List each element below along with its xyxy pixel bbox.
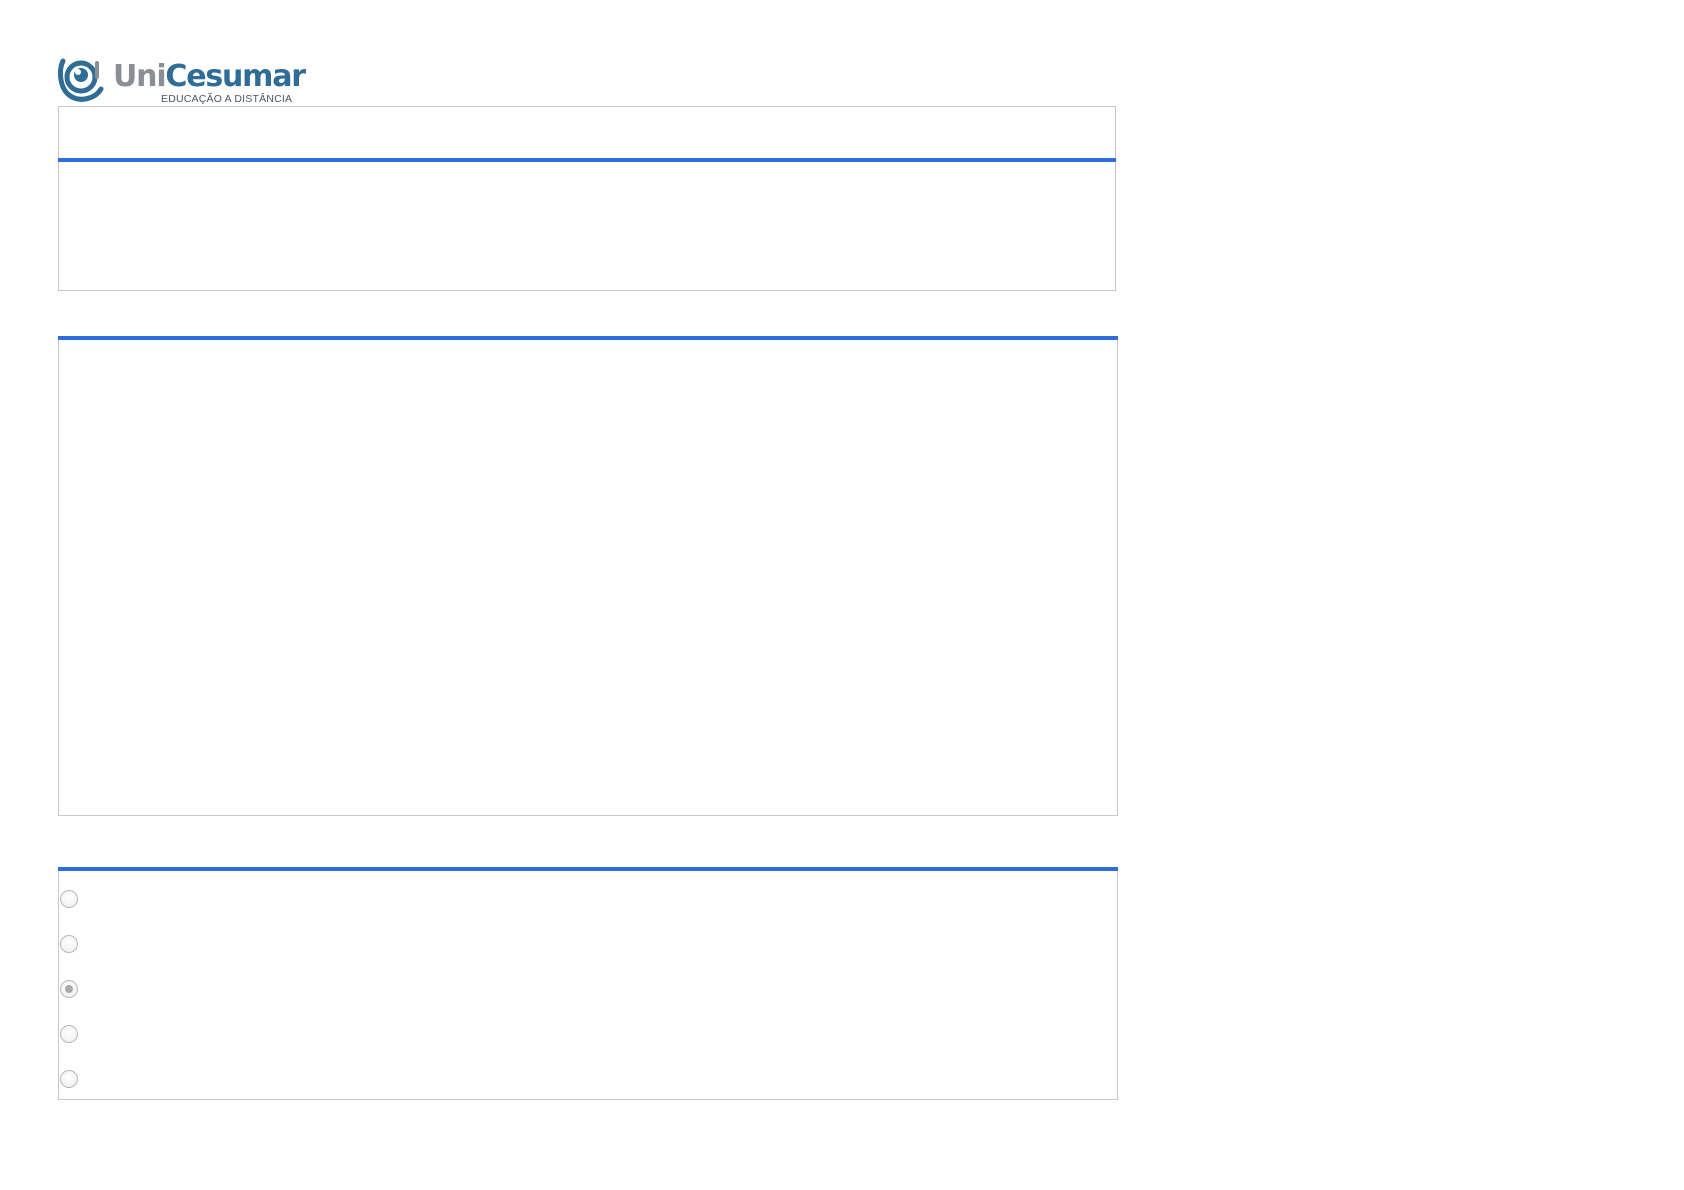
page: UniCesumar EDUCAÇÃO A DISTÂNCIA <box>0 0 1684 1190</box>
answer-option-3[interactable] <box>59 977 459 1001</box>
answer-option-2[interactable] <box>59 932 459 956</box>
header-divider-bar <box>58 158 1116 162</box>
logo-word-cesumar: Cesumar <box>165 59 306 94</box>
answer-option-5[interactable] <box>59 1067 459 1091</box>
unicesumar-logo: UniCesumar EDUCAÇÃO A DISTÂNCIA <box>57 55 306 107</box>
question-header-panel <box>58 106 1116 291</box>
logo-word-uni: Uni <box>113 59 167 94</box>
logo-wordmark: UniCesumar <box>113 59 306 95</box>
question-body-top-bar <box>58 336 1118 340</box>
answer-radio-4[interactable] <box>60 1025 78 1043</box>
answer-radio-3-selected[interactable] <box>60 980 78 998</box>
answer-radio-5[interactable] <box>60 1070 78 1088</box>
logo-tagline: EDUCAÇÃO A DISTÂNCIA <box>161 93 293 105</box>
unicesumar-logo-mark-icon <box>58 58 104 102</box>
answer-option-4[interactable] <box>59 1022 459 1046</box>
answer-radio-2[interactable] <box>60 935 78 953</box>
answer-radio-1[interactable] <box>60 890 78 908</box>
answer-option-1[interactable] <box>59 887 459 911</box>
question-body-panel <box>58 336 1118 816</box>
answers-top-bar <box>58 867 1118 871</box>
answer-options-panel <box>58 867 1118 1100</box>
